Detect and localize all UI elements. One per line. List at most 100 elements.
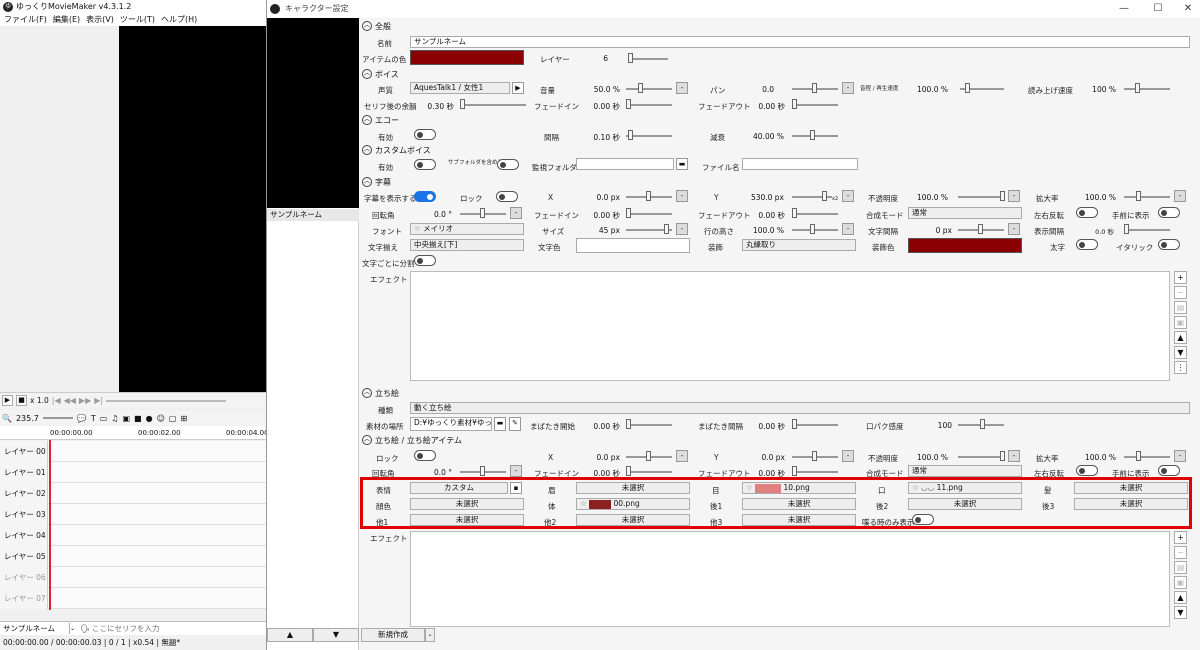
play-voice-icon[interactable]: ▶ (512, 82, 524, 94)
menu-tools[interactable]: ツール(T) (120, 14, 155, 26)
serif-input[interactable] (92, 622, 266, 635)
video-tool-icon[interactable]: ▭ (100, 414, 108, 423)
slider-knob[interactable] (638, 83, 643, 93)
section-custom-voice[interactable]: ︿ カスタムボイス (362, 144, 431, 156)
timeline-layer[interactable]: レイヤー 06 (0, 567, 266, 588)
slider-knob[interactable] (1135, 83, 1140, 93)
bold-toggle[interactable] (1076, 239, 1098, 250)
subtitle-lock-toggle[interactable] (496, 191, 518, 202)
align-select[interactable]: 中央揃え[下] (410, 239, 524, 251)
slider-knob[interactable] (626, 208, 631, 218)
slider-knob[interactable] (810, 130, 815, 140)
tachie-opacity-reset-button[interactable]: - (1008, 450, 1020, 462)
collapse-icon[interactable]: ︿ (362, 388, 372, 398)
character-list-item[interactable]: サンプルネーム (267, 209, 359, 221)
subtitle-zoom-reset-button[interactable]: - (1174, 190, 1186, 202)
timeline-layer[interactable]: レイヤー 02 (0, 483, 266, 504)
subtitle-y-reset-button[interactable]: - (842, 190, 854, 202)
slider-knob[interactable] (1000, 451, 1005, 461)
tachie-type-select[interactable]: 動く立ち絵 (410, 402, 1190, 414)
slider-knob[interactable] (646, 191, 651, 201)
slider-knob[interactable] (810, 224, 815, 234)
section-general[interactable]: ︿ 全般 (362, 20, 391, 32)
slider-knob[interactable] (965, 83, 970, 93)
slider-knob[interactable] (1124, 224, 1129, 234)
slider-knob[interactable] (792, 99, 797, 109)
subtitle-effect-list[interactable] (410, 271, 1170, 381)
slider-knob[interactable] (480, 466, 485, 476)
section-echo[interactable]: ︿ エコー (362, 114, 399, 126)
subfolder-toggle[interactable] (497, 159, 519, 170)
item-color-swatch[interactable] (410, 50, 524, 65)
subtitle-zoom-slider[interactable] (1124, 196, 1170, 198)
slider-knob[interactable] (822, 191, 827, 201)
slider-knob[interactable] (646, 451, 651, 461)
maximize-icon[interactable]: ☐ (1151, 2, 1165, 16)
subtitle-rot-reset-button[interactable]: - (510, 207, 522, 219)
collapse-icon[interactable]: ︿ (362, 21, 372, 31)
move-up-button[interactable]: ▲ (267, 628, 313, 642)
speed-select[interactable]: x 1.0 (30, 396, 49, 405)
slider-knob[interactable] (628, 53, 633, 63)
edit-pen-icon[interactable]: ✎ (509, 417, 521, 431)
music-tool-icon[interactable]: ♫ (111, 414, 118, 423)
tachie-zoom-slider[interactable] (1124, 456, 1170, 458)
slider-knob[interactable] (626, 419, 631, 429)
tachie-path-input[interactable]: D:¥ゆっくり素材¥ゆっくり (410, 417, 492, 431)
chevron-down-icon[interactable]: ⌄ (70, 625, 78, 632)
timeline-layer[interactable]: レイヤー 05 (0, 546, 266, 567)
voice-fadein-slider[interactable] (626, 104, 672, 106)
tachie-lock-toggle[interactable] (414, 450, 436, 461)
slider-knob[interactable] (792, 466, 797, 476)
tachie-opacity-slider[interactable] (958, 456, 1004, 458)
slider-knob[interactable] (978, 224, 983, 234)
line-height-slider[interactable] (792, 229, 838, 231)
volume-reset-button[interactable]: - (676, 82, 688, 94)
slider-knob[interactable] (792, 419, 797, 429)
seek-bar[interactable] (106, 399, 227, 402)
close-icon[interactable]: ✕ (1181, 2, 1195, 16)
slider-knob[interactable] (628, 130, 633, 140)
remove-icon[interactable]: − (1174, 546, 1187, 559)
slider-knob[interactable] (1000, 191, 1005, 201)
new-character-button[interactable]: 新規作成 (361, 628, 425, 642)
blink-start-slider[interactable] (626, 424, 672, 426)
italic-toggle[interactable] (1158, 239, 1180, 250)
text-color-swatch[interactable] (576, 238, 690, 253)
letter-spacing-reset-button[interactable]: - (1008, 223, 1020, 235)
slider-knob[interactable] (480, 208, 485, 218)
face-tool-icon[interactable]: ☺ (157, 414, 165, 423)
echo-enable-toggle[interactable] (414, 129, 436, 140)
slider-knob[interactable] (626, 466, 631, 476)
collapse-icon[interactable]: ︿ (362, 69, 372, 79)
subtitle-blend-select[interactable]: 通常 (908, 207, 1022, 219)
voice-select[interactable]: AquesTalk1 / 女性1 (410, 82, 510, 94)
subtitle-opacity-slider[interactable] (958, 196, 1004, 198)
subtitle-tool-icon[interactable]: 💬 (77, 414, 87, 423)
subtitle-fadein-slider[interactable] (626, 213, 672, 215)
menu-help[interactable]: ヘルプ(H) (161, 14, 197, 26)
menu-view[interactable]: 表示(V) (86, 14, 114, 26)
blink-interval-slider[interactable] (792, 424, 838, 426)
tachie-effect-list[interactable] (410, 531, 1170, 627)
move-down-icon[interactable]: ▼ (1174, 606, 1187, 619)
menu-edit[interactable]: 編集(E) (53, 14, 80, 26)
slider-knob[interactable] (626, 99, 631, 109)
timeline-layer[interactable]: レイヤー 07 (0, 588, 266, 609)
paste-icon[interactable]: ▣ (1174, 576, 1187, 589)
tachie-fadeout-slider[interactable] (792, 471, 838, 473)
section-subtitle[interactable]: ︿ 字幕 (362, 176, 391, 188)
speed-slider[interactable] (1124, 88, 1170, 90)
copy-icon[interactable]: ▤ (1174, 301, 1187, 314)
tachie-rot-reset-button[interactable]: - (510, 465, 522, 477)
prev-frame-icon[interactable]: |◀ (52, 396, 61, 405)
tachie-x-reset-button[interactable]: - (676, 450, 688, 462)
grid-tool-icon[interactable]: ⊞ (180, 414, 187, 423)
slider-knob[interactable] (792, 208, 797, 218)
voice-icon[interactable]: 🗣 (78, 624, 92, 633)
stop-icon[interactable]: ■ (16, 395, 27, 406)
text-tool-icon[interactable]: T (91, 414, 96, 423)
margin-slider[interactable] (460, 104, 526, 106)
tachie-fadein-slider[interactable] (626, 471, 672, 473)
image-tool-icon[interactable]: ▣ (122, 414, 130, 423)
